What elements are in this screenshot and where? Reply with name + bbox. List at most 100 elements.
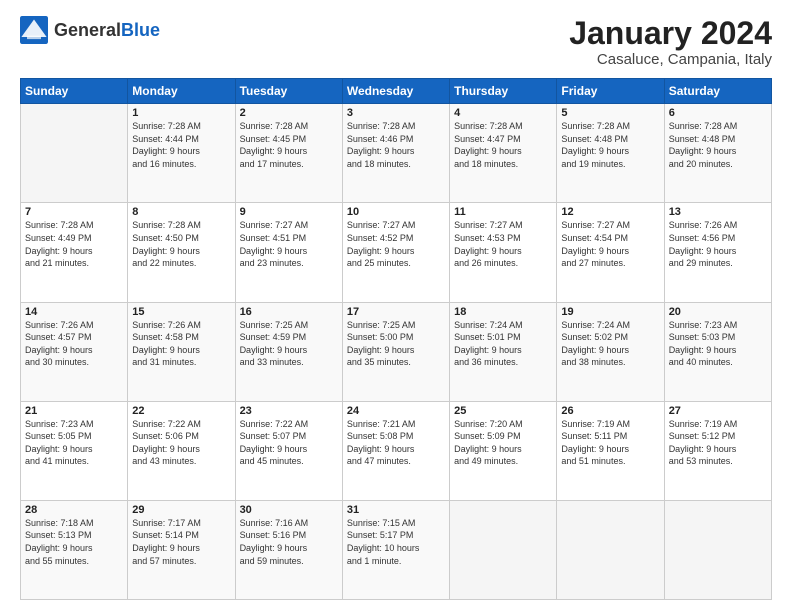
header-wednesday: Wednesday — [342, 79, 449, 104]
calendar-subtitle: Casaluce, Campania, Italy — [569, 51, 772, 68]
day-info-1-0: Sunrise: 7:28 AM Sunset: 4:49 PM Dayligh… — [25, 219, 123, 269]
cell-1-4: 11Sunrise: 7:27 AM Sunset: 4:53 PM Dayli… — [450, 203, 557, 302]
day-info-3-0: Sunrise: 7:23 AM Sunset: 5:05 PM Dayligh… — [25, 418, 123, 468]
day-info-2-5: Sunrise: 7:24 AM Sunset: 5:02 PM Dayligh… — [561, 319, 659, 369]
day-info-1-4: Sunrise: 7:27 AM Sunset: 4:53 PM Dayligh… — [454, 219, 552, 269]
cell-0-1: 1Sunrise: 7:28 AM Sunset: 4:44 PM Daylig… — [128, 104, 235, 203]
day-info-4-0: Sunrise: 7:18 AM Sunset: 5:13 PM Dayligh… — [25, 517, 123, 567]
day-info-2-1: Sunrise: 7:26 AM Sunset: 4:58 PM Dayligh… — [132, 319, 230, 369]
week-row-3: 21Sunrise: 7:23 AM Sunset: 5:05 PM Dayli… — [21, 401, 772, 500]
header-friday: Friday — [557, 79, 664, 104]
day-info-2-6: Sunrise: 7:23 AM Sunset: 5:03 PM Dayligh… — [669, 319, 767, 369]
cell-0-2: 2Sunrise: 7:28 AM Sunset: 4:45 PM Daylig… — [235, 104, 342, 203]
cell-2-1: 15Sunrise: 7:26 AM Sunset: 4:58 PM Dayli… — [128, 302, 235, 401]
day-number-0-4: 4 — [454, 107, 552, 119]
day-number-0-3: 3 — [347, 107, 445, 119]
cell-1-1: 8Sunrise: 7:28 AM Sunset: 4:50 PM Daylig… — [128, 203, 235, 302]
day-number-1-1: 8 — [132, 206, 230, 218]
day-number-3-3: 24 — [347, 405, 445, 417]
day-info-1-1: Sunrise: 7:28 AM Sunset: 4:50 PM Dayligh… — [132, 219, 230, 269]
day-info-4-1: Sunrise: 7:17 AM Sunset: 5:14 PM Dayligh… — [132, 517, 230, 567]
day-info-3-3: Sunrise: 7:21 AM Sunset: 5:08 PM Dayligh… — [347, 418, 445, 468]
day-info-4-3: Sunrise: 7:15 AM Sunset: 5:17 PM Dayligh… — [347, 517, 445, 567]
day-number-2-2: 16 — [240, 306, 338, 318]
day-info-2-4: Sunrise: 7:24 AM Sunset: 5:01 PM Dayligh… — [454, 319, 552, 369]
cell-2-4: 18Sunrise: 7:24 AM Sunset: 5:01 PM Dayli… — [450, 302, 557, 401]
calendar-table: Sunday Monday Tuesday Wednesday Thursday… — [20, 78, 772, 600]
day-info-3-6: Sunrise: 7:19 AM Sunset: 5:12 PM Dayligh… — [669, 418, 767, 468]
cell-4-0: 28Sunrise: 7:18 AM Sunset: 5:13 PM Dayli… — [21, 500, 128, 599]
day-info-0-6: Sunrise: 7:28 AM Sunset: 4:48 PM Dayligh… — [669, 120, 767, 170]
day-number-2-1: 15 — [132, 306, 230, 318]
day-info-4-2: Sunrise: 7:16 AM Sunset: 5:16 PM Dayligh… — [240, 517, 338, 567]
header: GeneralBlue January 2024 Casaluce, Campa… — [20, 16, 772, 68]
cell-1-6: 13Sunrise: 7:26 AM Sunset: 4:56 PM Dayli… — [664, 203, 771, 302]
cell-3-4: 25Sunrise: 7:20 AM Sunset: 5:09 PM Dayli… — [450, 401, 557, 500]
day-number-2-5: 19 — [561, 306, 659, 318]
day-number-1-3: 10 — [347, 206, 445, 218]
page: GeneralBlue January 2024 Casaluce, Campa… — [0, 0, 792, 612]
day-number-4-0: 28 — [25, 504, 123, 516]
day-info-3-5: Sunrise: 7:19 AM Sunset: 5:11 PM Dayligh… — [561, 418, 659, 468]
day-number-1-6: 13 — [669, 206, 767, 218]
day-info-3-2: Sunrise: 7:22 AM Sunset: 5:07 PM Dayligh… — [240, 418, 338, 468]
logo-blue: Blue — [121, 20, 160, 40]
cell-2-3: 17Sunrise: 7:25 AM Sunset: 5:00 PM Dayli… — [342, 302, 449, 401]
general-blue-icon — [20, 16, 48, 44]
cell-1-3: 10Sunrise: 7:27 AM Sunset: 4:52 PM Dayli… — [342, 203, 449, 302]
day-number-0-5: 5 — [561, 107, 659, 119]
header-row: Sunday Monday Tuesday Wednesday Thursday… — [21, 79, 772, 104]
cell-2-0: 14Sunrise: 7:26 AM Sunset: 4:57 PM Dayli… — [21, 302, 128, 401]
week-row-4: 28Sunrise: 7:18 AM Sunset: 5:13 PM Dayli… — [21, 500, 772, 599]
day-number-3-1: 22 — [132, 405, 230, 417]
day-number-3-2: 23 — [240, 405, 338, 417]
cell-1-0: 7Sunrise: 7:28 AM Sunset: 4:49 PM Daylig… — [21, 203, 128, 302]
calendar-title: January 2024 — [569, 16, 772, 51]
day-info-3-1: Sunrise: 7:22 AM Sunset: 5:06 PM Dayligh… — [132, 418, 230, 468]
header-tuesday: Tuesday — [235, 79, 342, 104]
day-number-1-2: 9 — [240, 206, 338, 218]
cell-3-6: 27Sunrise: 7:19 AM Sunset: 5:12 PM Dayli… — [664, 401, 771, 500]
title-block: January 2024 Casaluce, Campania, Italy — [569, 16, 772, 68]
cell-4-3: 31Sunrise: 7:15 AM Sunset: 5:17 PM Dayli… — [342, 500, 449, 599]
week-row-0: 1Sunrise: 7:28 AM Sunset: 4:44 PM Daylig… — [21, 104, 772, 203]
day-number-0-6: 6 — [669, 107, 767, 119]
header-sunday: Sunday — [21, 79, 128, 104]
day-number-1-0: 7 — [25, 206, 123, 218]
cell-1-2: 9Sunrise: 7:27 AM Sunset: 4:51 PM Daylig… — [235, 203, 342, 302]
cell-3-1: 22Sunrise: 7:22 AM Sunset: 5:06 PM Dayli… — [128, 401, 235, 500]
day-number-3-6: 27 — [669, 405, 767, 417]
day-info-0-4: Sunrise: 7:28 AM Sunset: 4:47 PM Dayligh… — [454, 120, 552, 170]
day-number-3-0: 21 — [25, 405, 123, 417]
day-info-2-2: Sunrise: 7:25 AM Sunset: 4:59 PM Dayligh… — [240, 319, 338, 369]
header-monday: Monday — [128, 79, 235, 104]
cell-3-2: 23Sunrise: 7:22 AM Sunset: 5:07 PM Dayli… — [235, 401, 342, 500]
day-info-3-4: Sunrise: 7:20 AM Sunset: 5:09 PM Dayligh… — [454, 418, 552, 468]
cell-2-6: 20Sunrise: 7:23 AM Sunset: 5:03 PM Dayli… — [664, 302, 771, 401]
cell-0-4: 4Sunrise: 7:28 AM Sunset: 4:47 PM Daylig… — [450, 104, 557, 203]
header-saturday: Saturday — [664, 79, 771, 104]
cell-0-0 — [21, 104, 128, 203]
day-info-1-6: Sunrise: 7:26 AM Sunset: 4:56 PM Dayligh… — [669, 219, 767, 269]
day-info-2-3: Sunrise: 7:25 AM Sunset: 5:00 PM Dayligh… — [347, 319, 445, 369]
cell-0-3: 3Sunrise: 7:28 AM Sunset: 4:46 PM Daylig… — [342, 104, 449, 203]
day-number-4-3: 31 — [347, 504, 445, 516]
cell-3-5: 26Sunrise: 7:19 AM Sunset: 5:11 PM Dayli… — [557, 401, 664, 500]
day-info-1-5: Sunrise: 7:27 AM Sunset: 4:54 PM Dayligh… — [561, 219, 659, 269]
cell-3-3: 24Sunrise: 7:21 AM Sunset: 5:08 PM Dayli… — [342, 401, 449, 500]
cell-0-5: 5Sunrise: 7:28 AM Sunset: 4:48 PM Daylig… — [557, 104, 664, 203]
day-info-0-3: Sunrise: 7:28 AM Sunset: 4:46 PM Dayligh… — [347, 120, 445, 170]
week-row-1: 7Sunrise: 7:28 AM Sunset: 4:49 PM Daylig… — [21, 203, 772, 302]
cell-2-5: 19Sunrise: 7:24 AM Sunset: 5:02 PM Dayli… — [557, 302, 664, 401]
day-info-1-2: Sunrise: 7:27 AM Sunset: 4:51 PM Dayligh… — [240, 219, 338, 269]
cell-4-2: 30Sunrise: 7:16 AM Sunset: 5:16 PM Dayli… — [235, 500, 342, 599]
day-info-1-3: Sunrise: 7:27 AM Sunset: 4:52 PM Dayligh… — [347, 219, 445, 269]
day-number-4-2: 30 — [240, 504, 338, 516]
day-number-2-3: 17 — [347, 306, 445, 318]
week-row-2: 14Sunrise: 7:26 AM Sunset: 4:57 PM Dayli… — [21, 302, 772, 401]
day-number-2-4: 18 — [454, 306, 552, 318]
day-info-0-1: Sunrise: 7:28 AM Sunset: 4:44 PM Dayligh… — [132, 120, 230, 170]
cell-4-4 — [450, 500, 557, 599]
cell-4-5 — [557, 500, 664, 599]
day-number-1-5: 12 — [561, 206, 659, 218]
